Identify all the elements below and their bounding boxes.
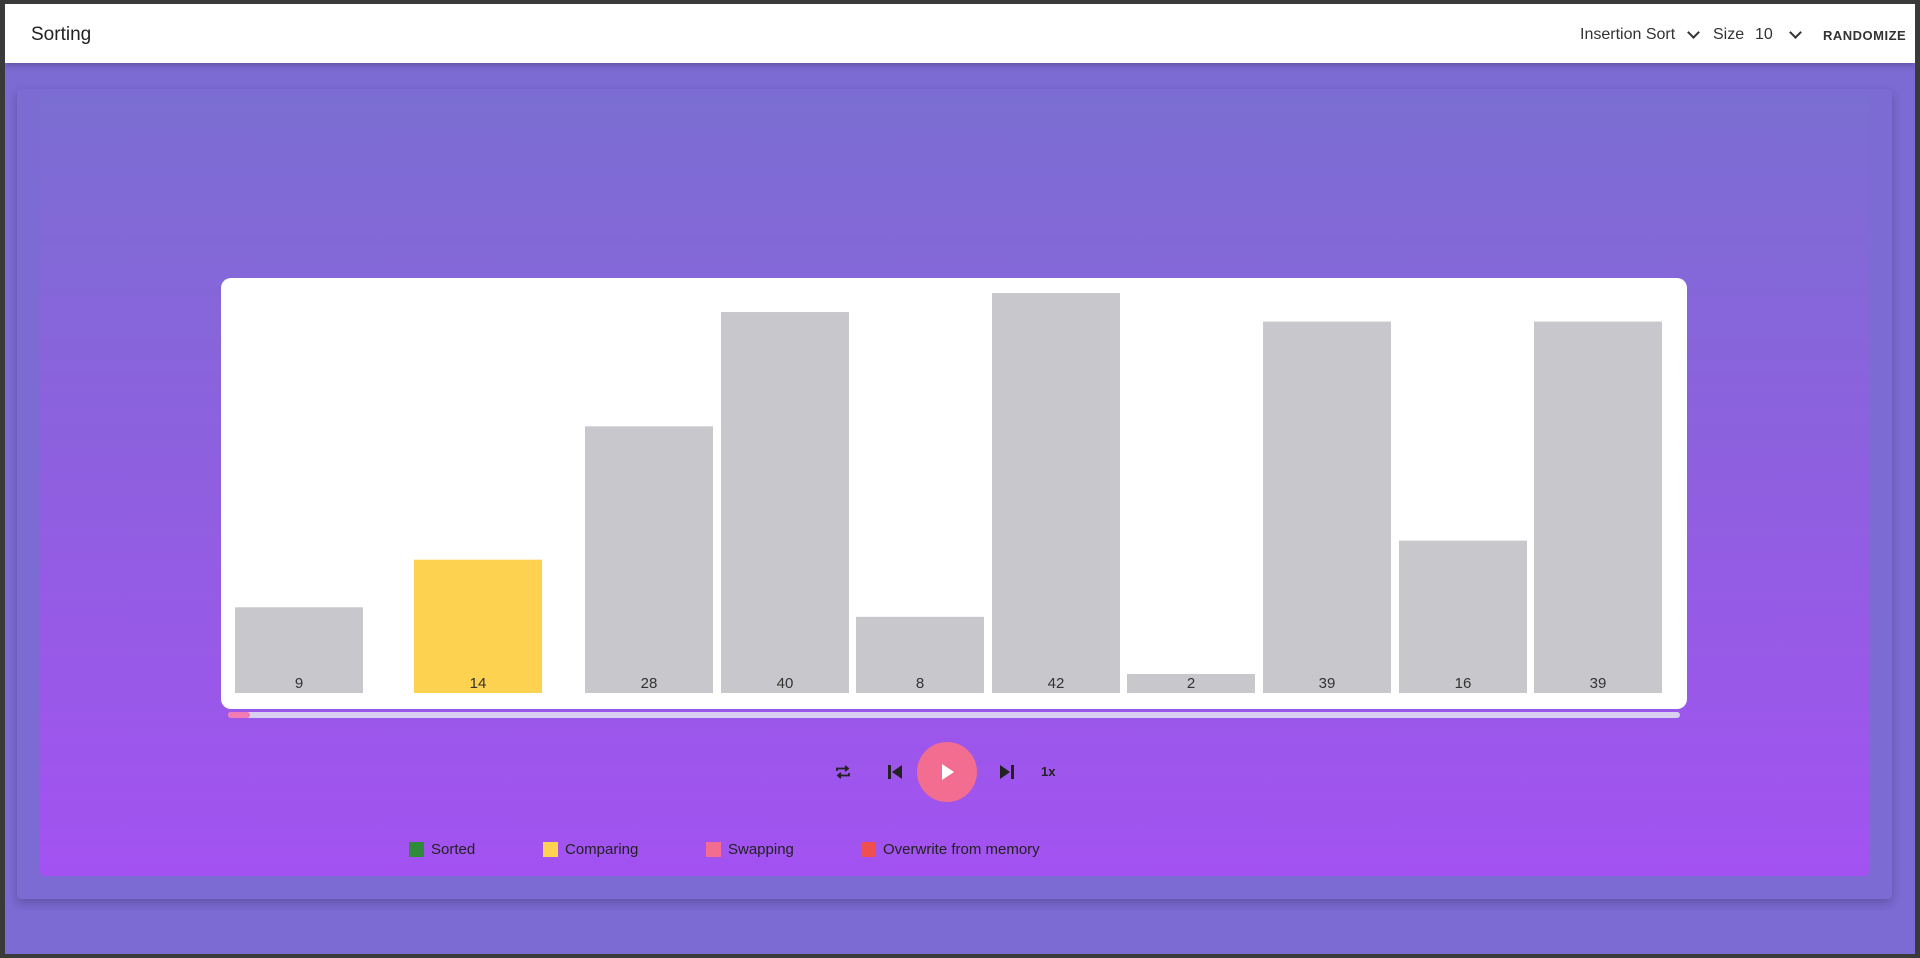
app-bar: Sorting Insertion Sort Size 10 RANDOMIZE — [5, 4, 1915, 63]
progress-slider[interactable] — [228, 712, 1680, 718]
chevron-down-icon — [1687, 26, 1701, 39]
app-window: Sorting Insertion Sort Size 10 RANDOMIZE… — [5, 4, 1915, 954]
bar — [1263, 321, 1391, 693]
repeat-icon — [836, 765, 850, 779]
bar-value-label: 40 — [777, 675, 794, 692]
legend-label: Swapping — [728, 841, 794, 858]
skip-next-icon — [1000, 765, 1014, 779]
legend-label: Overwrite from memory — [883, 841, 1040, 858]
legend-item-sorted: Sorted — [409, 841, 475, 858]
player-controls: 1x — [5, 742, 1915, 802]
size-select[interactable]: 10 — [1755, 26, 1802, 44]
bar — [721, 312, 849, 693]
bar — [1534, 321, 1662, 693]
repeat-button[interactable] — [831, 761, 855, 783]
size-label: Size — [1713, 26, 1745, 43]
bar-chart: 9 14 28 40 8 42 2 39 16 39 — [221, 278, 1687, 709]
bar-value-label: 42 — [1048, 675, 1065, 692]
bar-value-label: 14 — [470, 675, 487, 692]
progress-fill — [228, 712, 250, 718]
bar-value-label: 9 — [295, 675, 303, 692]
legend-item-overwrite: Overwrite from memory — [861, 841, 1040, 858]
bar-value-label: 8 — [916, 675, 924, 692]
size-select-value: 10 — [1755, 26, 1773, 43]
bar-value-label: 16 — [1455, 675, 1472, 692]
bar-value-label: 39 — [1319, 675, 1336, 692]
algorithm-select[interactable]: Insertion Sort — [1580, 26, 1701, 44]
page-title: Sorting — [31, 24, 92, 45]
bar — [1399, 540, 1527, 693]
legend-swatch — [543, 842, 558, 857]
bar — [585, 426, 713, 693]
algorithm-select-value: Insertion Sort — [1580, 26, 1676, 43]
legend-swatch — [861, 842, 876, 857]
bar-value-label: 39 — [1590, 675, 1607, 692]
randomize-button[interactable]: RANDOMIZE — [1823, 28, 1906, 43]
legend-item-comparing: Comparing — [543, 841, 638, 858]
legend-label: Sorted — [431, 841, 476, 858]
bar-chart-svg: 9 14 28 40 8 42 2 39 16 39 — [235, 293, 1662, 693]
speed-button[interactable]: 1x — [1041, 764, 1055, 779]
play-icon — [942, 764, 954, 780]
bar-value-label: 2 — [1187, 675, 1195, 692]
bar-value-label: 28 — [641, 675, 658, 692]
legend-swatch — [409, 842, 424, 857]
chevron-down-icon — [1788, 26, 1802, 39]
legend-item-swapping: Swapping — [706, 841, 794, 858]
bar — [414, 559, 542, 693]
step-forward-button[interactable] — [995, 760, 1019, 784]
legend-label: Comparing — [565, 841, 639, 858]
step-back-button[interactable] — [883, 760, 907, 784]
skip-previous-icon — [888, 765, 902, 779]
bar — [992, 293, 1120, 693]
legend-swatch — [706, 842, 721, 857]
play-button[interactable] — [917, 742, 977, 802]
